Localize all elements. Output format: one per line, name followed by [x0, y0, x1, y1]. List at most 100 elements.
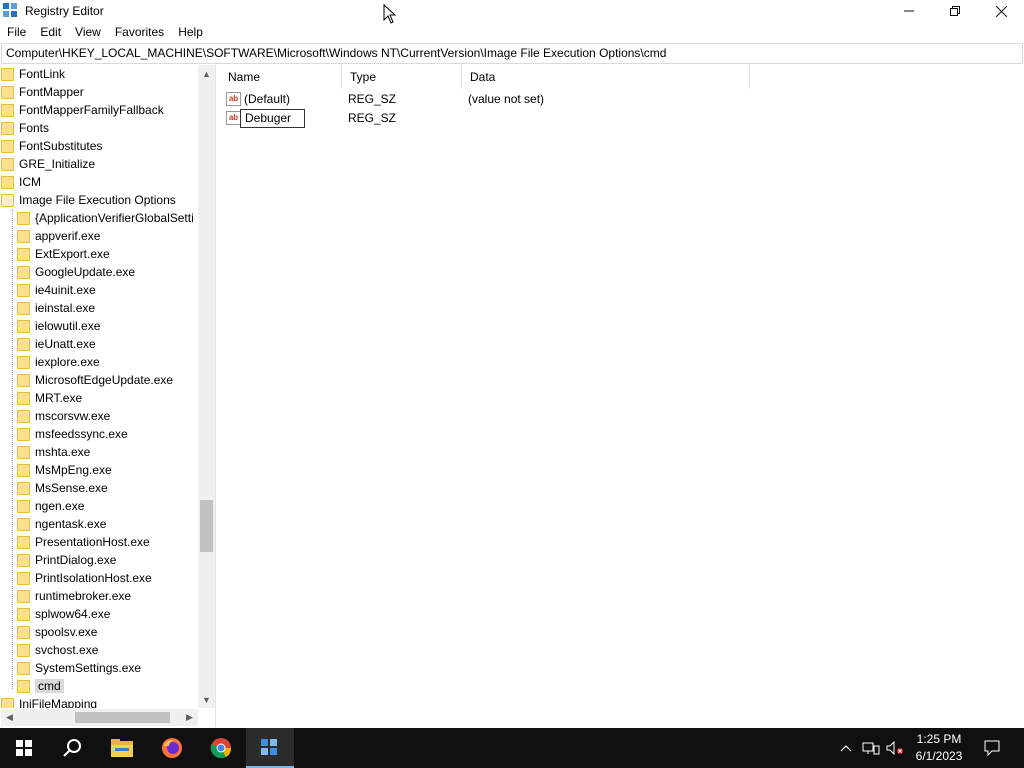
close-button[interactable]: [978, 0, 1024, 22]
tree-horizontal-scrollbar[interactable]: ◀ ▶: [1, 709, 198, 726]
tree-item[interactable]: splwow64.exe: [17, 605, 110, 623]
tree-item[interactable]: GRE_Initialize: [1, 155, 95, 173]
tree-item[interactable]: ngentask.exe: [17, 515, 106, 533]
tree-item[interactable]: PresentationHost.exe: [17, 533, 150, 551]
volume-button[interactable]: [884, 728, 906, 768]
key-tree: FontLink FontMapper FontMapperFamilyFallba…: [1, 65, 197, 708]
tree-item[interactable]: FontMapper: [1, 83, 84, 101]
show-hidden-icons-button[interactable]: [836, 728, 856, 768]
start-button[interactable]: [0, 728, 48, 768]
tree-item[interactable]: {ApplicationVerifierGlobalSetti: [17, 209, 194, 227]
column-header-name[interactable]: Name: [220, 65, 342, 89]
folder-icon: [17, 643, 30, 657]
tree-item[interactable]: ICM: [1, 173, 41, 191]
value-row-default[interactable]: ab (Default) REG_SZ (value not set): [220, 90, 750, 109]
folder-icon: [17, 535, 30, 549]
window-title: Registry Editor: [25, 4, 104, 18]
tree-item[interactable]: svchost.exe: [17, 641, 98, 659]
firefox-button[interactable]: [148, 728, 196, 768]
scroll-right-icon[interactable]: ▶: [181, 709, 198, 726]
tree-item-label: cmd: [35, 679, 64, 693]
tree-item[interactable]: PrintIsolationHost.exe: [17, 569, 152, 587]
tree-item-label: Fonts: [19, 121, 50, 135]
menu-file[interactable]: File: [0, 23, 33, 42]
tree-item[interactable]: Fonts: [1, 119, 49, 137]
tree-item[interactable]: ie4uinit.exe: [17, 281, 96, 299]
tree-item[interactable]: GoogleUpdate.exe: [17, 263, 135, 281]
file-explorer-button[interactable]: [98, 728, 146, 768]
action-center-button[interactable]: [980, 728, 1004, 768]
rename-input[interactable]: Debuger: [240, 109, 305, 128]
tree-item[interactable]: FontSubstitutes: [1, 137, 102, 155]
tree-item[interactable]: MicrosoftEdgeUpdate.exe: [17, 371, 173, 389]
tree-item[interactable]: MRT.exe: [17, 389, 82, 407]
tree-item[interactable]: mscorsvw.exe: [17, 407, 110, 425]
value-row-debuger[interactable]: ab Debuger REG_SZ: [220, 109, 750, 128]
value-name: (Default): [244, 92, 291, 106]
tree-item-label: ieinstal.exe: [35, 301, 96, 315]
tree-item[interactable]: iexplore.exe: [17, 353, 100, 371]
tree-item[interactable]: MsSense.exe: [17, 479, 108, 497]
tree-item[interactable]: msfeedssync.exe: [17, 425, 128, 443]
folder-icon: [17, 337, 30, 351]
value-type: REG_SZ: [348, 92, 397, 106]
folder-icon: [17, 319, 30, 333]
tree-item-label: FontMapperFamilyFallback: [19, 103, 164, 117]
tree-item[interactable]: appverif.exe: [17, 227, 100, 245]
column-header-data[interactable]: Data: [462, 65, 750, 89]
folder-icon: [17, 247, 30, 261]
mouse-cursor-icon: [383, 4, 397, 24]
chrome-button[interactable]: [197, 728, 245, 768]
tree-item[interactable]: mshta.exe: [17, 443, 90, 461]
tree-item[interactable]: ieUnatt.exe: [17, 335, 96, 353]
menu-view[interactable]: View: [68, 23, 108, 42]
tree-item[interactable]: PrintDialog.exe: [17, 551, 116, 569]
folder-icon: [17, 355, 30, 369]
folder-icon: [1, 157, 14, 171]
folder-icon: [17, 283, 30, 297]
file-explorer-icon: [111, 739, 133, 757]
tree-item[interactable]: runtimebroker.exe: [17, 587, 131, 605]
menu-bar: File Edit View Favorites Help: [0, 23, 210, 42]
tree-item-label: mshta.exe: [35, 445, 91, 459]
tree-item[interactable]: spoolsv.exe: [17, 623, 97, 641]
tree-guide-line: [12, 209, 13, 689]
folder-icon: [17, 229, 30, 243]
tree-item-label: MsSense.exe: [35, 481, 108, 495]
tree-item-label: MicrosoftEdgeUpdate.exe: [35, 373, 174, 387]
tree-vertical-scrollbar[interactable]: ▲ ▼: [198, 65, 215, 708]
minimize-button[interactable]: [886, 0, 932, 22]
scroll-down-icon[interactable]: ▼: [198, 691, 215, 708]
restore-button[interactable]: [932, 0, 978, 22]
tree-item-label: GRE_Initialize: [19, 157, 96, 171]
column-header-type[interactable]: Type: [342, 65, 462, 89]
tree-item[interactable]: FontMapperFamilyFallback: [1, 101, 164, 119]
horizontal-scroll-thumb[interactable]: [75, 712, 170, 723]
network-button[interactable]: [860, 728, 882, 768]
scroll-up-icon[interactable]: ▲: [198, 65, 215, 82]
tree-item[interactable]: ngen.exe: [17, 497, 84, 515]
tree-item[interactable]: ExtExport.exe: [17, 245, 110, 263]
search-button[interactable]: [48, 728, 96, 768]
menu-edit[interactable]: Edit: [33, 23, 68, 42]
registry-editor-taskbar-button[interactable]: [246, 728, 294, 768]
tree-item[interactable]: IniFileMapping: [1, 695, 97, 708]
tree-item[interactable]: ielowutil.exe: [17, 317, 100, 335]
folder-icon: [17, 589, 30, 603]
system-clock[interactable]: 1:25 PM 6/1/2023: [906, 731, 972, 765]
tree-item[interactable]: FontLink: [1, 65, 65, 83]
menu-favorites[interactable]: Favorites: [108, 23, 171, 42]
vertical-scroll-thumb[interactable]: [200, 500, 213, 552]
scroll-left-icon[interactable]: ◀: [1, 709, 18, 726]
tree-item-label: ielowutil.exe: [35, 319, 101, 333]
tree-item[interactable]: ieinstal.exe: [17, 299, 95, 317]
tree-item[interactable]: cmd: [17, 677, 64, 695]
menu-help[interactable]: Help: [171, 23, 210, 42]
tree-item[interactable]: Image File Execution Options: [1, 191, 176, 209]
chrome-icon: [210, 738, 232, 759]
tree-item-label: FontLink: [19, 67, 66, 81]
address-bar[interactable]: Computer\HKEY_LOCAL_MACHINE\SOFTWARE\Mic…: [1, 43, 1023, 64]
tree-item[interactable]: MsMpEng.exe: [17, 461, 112, 479]
tree-item[interactable]: SystemSettings.exe: [17, 659, 141, 677]
folder-icon: [17, 445, 30, 459]
